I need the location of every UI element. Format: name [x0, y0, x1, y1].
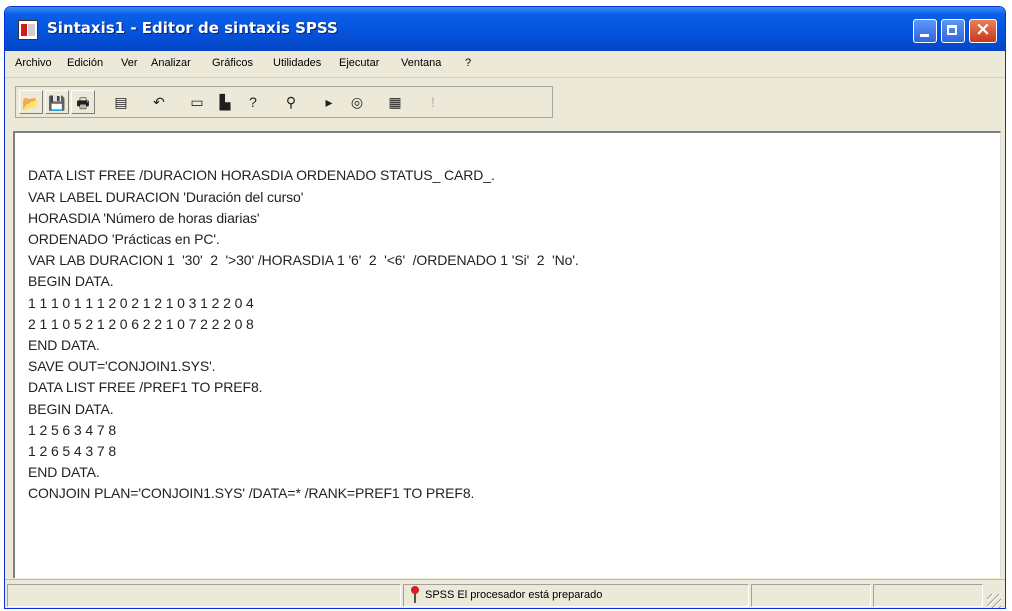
close-button[interactable]: ×: [969, 18, 997, 43]
menu-ventana[interactable]: Ventana: [401, 57, 441, 69]
designate-window-button[interactable]: !: [421, 90, 445, 114]
find-icon: ⚲: [285, 94, 297, 110]
variables-button[interactable]: ▙: [213, 90, 237, 114]
open-button[interactable]: 📂: [19, 90, 43, 114]
menu-help[interactable]: ?: [465, 57, 471, 69]
menu-ejecutar[interactable]: Ejecutar: [339, 57, 379, 69]
status-bar: SPSS El procesador está preparado: [5, 579, 1005, 608]
syntax-line: VAR LABEL DURACION 'Duración del curso': [28, 189, 304, 205]
syntax-line: 1 2 6 5 4 3 7 8: [28, 443, 117, 459]
save-icon: 💾: [48, 95, 66, 111]
print-icon: 🖶: [76, 95, 90, 111]
syntax-line: 1 1 1 0 1 1 1 2 0 2 1 2 1 0 3 1 2 2 0 4: [28, 295, 254, 311]
syntax-line: VAR LAB DURACION 1 '30' 2 '>30' /HORASDI…: [28, 252, 579, 268]
menu-graficos[interactable]: Gráficos: [212, 57, 253, 69]
undo-button[interactable]: ↶: [147, 90, 171, 114]
close-icon: ×: [975, 18, 991, 40]
maximize-button[interactable]: [941, 19, 965, 43]
toolbar: 📂 💾 🖶 ▤ ↶ ▭ ▙ ? ⚲ ▸ ◎ ▦ !: [5, 78, 1005, 130]
syntax-line: CONJOIN PLAN='CONJOIN1.SYS' /DATA=* /RAN…: [28, 485, 475, 501]
syntax-line: END DATA.: [28, 464, 100, 480]
syntax-help-button[interactable]: ▦: [383, 90, 407, 114]
syntax-line: HORASDIA 'Número de horas diarias': [28, 210, 260, 226]
syntax-line: 2 1 1 0 5 2 1 2 0 6 2 2 1 0 7 2 2 2 0 8: [28, 316, 254, 332]
goto-case-icon: ▭: [190, 94, 204, 110]
syntax-line: DATA LIST FREE /DURACION HORASDIA ORDENA…: [28, 167, 495, 183]
help-topics-button[interactable]: ?: [241, 90, 265, 114]
goto-case-button[interactable]: ▭: [185, 90, 209, 114]
menu-ver[interactable]: Ver: [121, 57, 138, 69]
syntax-line: DATA LIST FREE /PREF1 TO PREF8.: [28, 379, 263, 395]
status-panel-left: [7, 584, 401, 607]
title-bar[interactable]: Sintaxis1 - Editor de sintaxis SPSS ×: [5, 7, 1005, 51]
syntax-line: ORDENADO 'Prácticas en PC'.: [28, 231, 220, 247]
save-button[interactable]: 💾: [45, 90, 69, 114]
variables-icon: ▙: [219, 94, 231, 110]
resize-grip[interactable]: [987, 594, 1001, 608]
menu-archivo[interactable]: Archivo: [15, 57, 52, 69]
window-title: Sintaxis1 - Editor de sintaxis SPSS: [47, 19, 338, 37]
syntax-editor[interactable]: DATA LIST FREE /DURACION HORASDIA ORDENA…: [13, 131, 1001, 578]
menu-utilidades[interactable]: Utilidades: [273, 57, 321, 69]
syntax-line: BEGIN DATA.: [28, 273, 114, 289]
use-sets-button[interactable]: ◎: [345, 90, 369, 114]
status-panel-3: [751, 584, 871, 607]
run-icon: ▸: [325, 94, 333, 110]
undo-icon: ↶: [153, 94, 165, 110]
syntax-line: END DATA.: [28, 337, 100, 353]
status-text: SPSS El procesador está preparado: [425, 589, 603, 601]
recall-dialog-button[interactable]: ▤: [109, 90, 133, 114]
run-button[interactable]: ▸: [317, 90, 341, 114]
help-topics-icon: ?: [249, 94, 257, 110]
syntax-line: 1 2 5 6 3 4 7 8: [28, 422, 117, 438]
syntax-line: SAVE OUT='CONJOIN1.SYS'.: [28, 358, 216, 374]
syntax-help-icon: ▦: [388, 94, 402, 110]
syntax-editor-window: Sintaxis1 - Editor de sintaxis SPSS × Ar…: [4, 6, 1006, 609]
menu-edicion[interactable]: Edición: [67, 57, 103, 69]
designate-window-icon: !: [431, 94, 435, 110]
spss-app-icon[interactable]: [18, 20, 38, 40]
status-panel-4: [873, 584, 983, 607]
recall-dialog-icon: ▤: [114, 94, 128, 110]
minimize-button[interactable]: [913, 19, 937, 43]
print-button[interactable]: 🖶: [71, 90, 95, 114]
processor-status-icon: [411, 586, 419, 603]
open-icon: 📂: [22, 95, 40, 111]
syntax-line: BEGIN DATA.: [28, 401, 114, 417]
menu-bar: Archivo Edición Ver Analizar Gráficos Ut…: [5, 51, 1005, 78]
use-sets-icon: ◎: [350, 94, 364, 110]
find-button[interactable]: ⚲: [279, 90, 303, 114]
menu-analizar[interactable]: Analizar: [151, 57, 191, 69]
